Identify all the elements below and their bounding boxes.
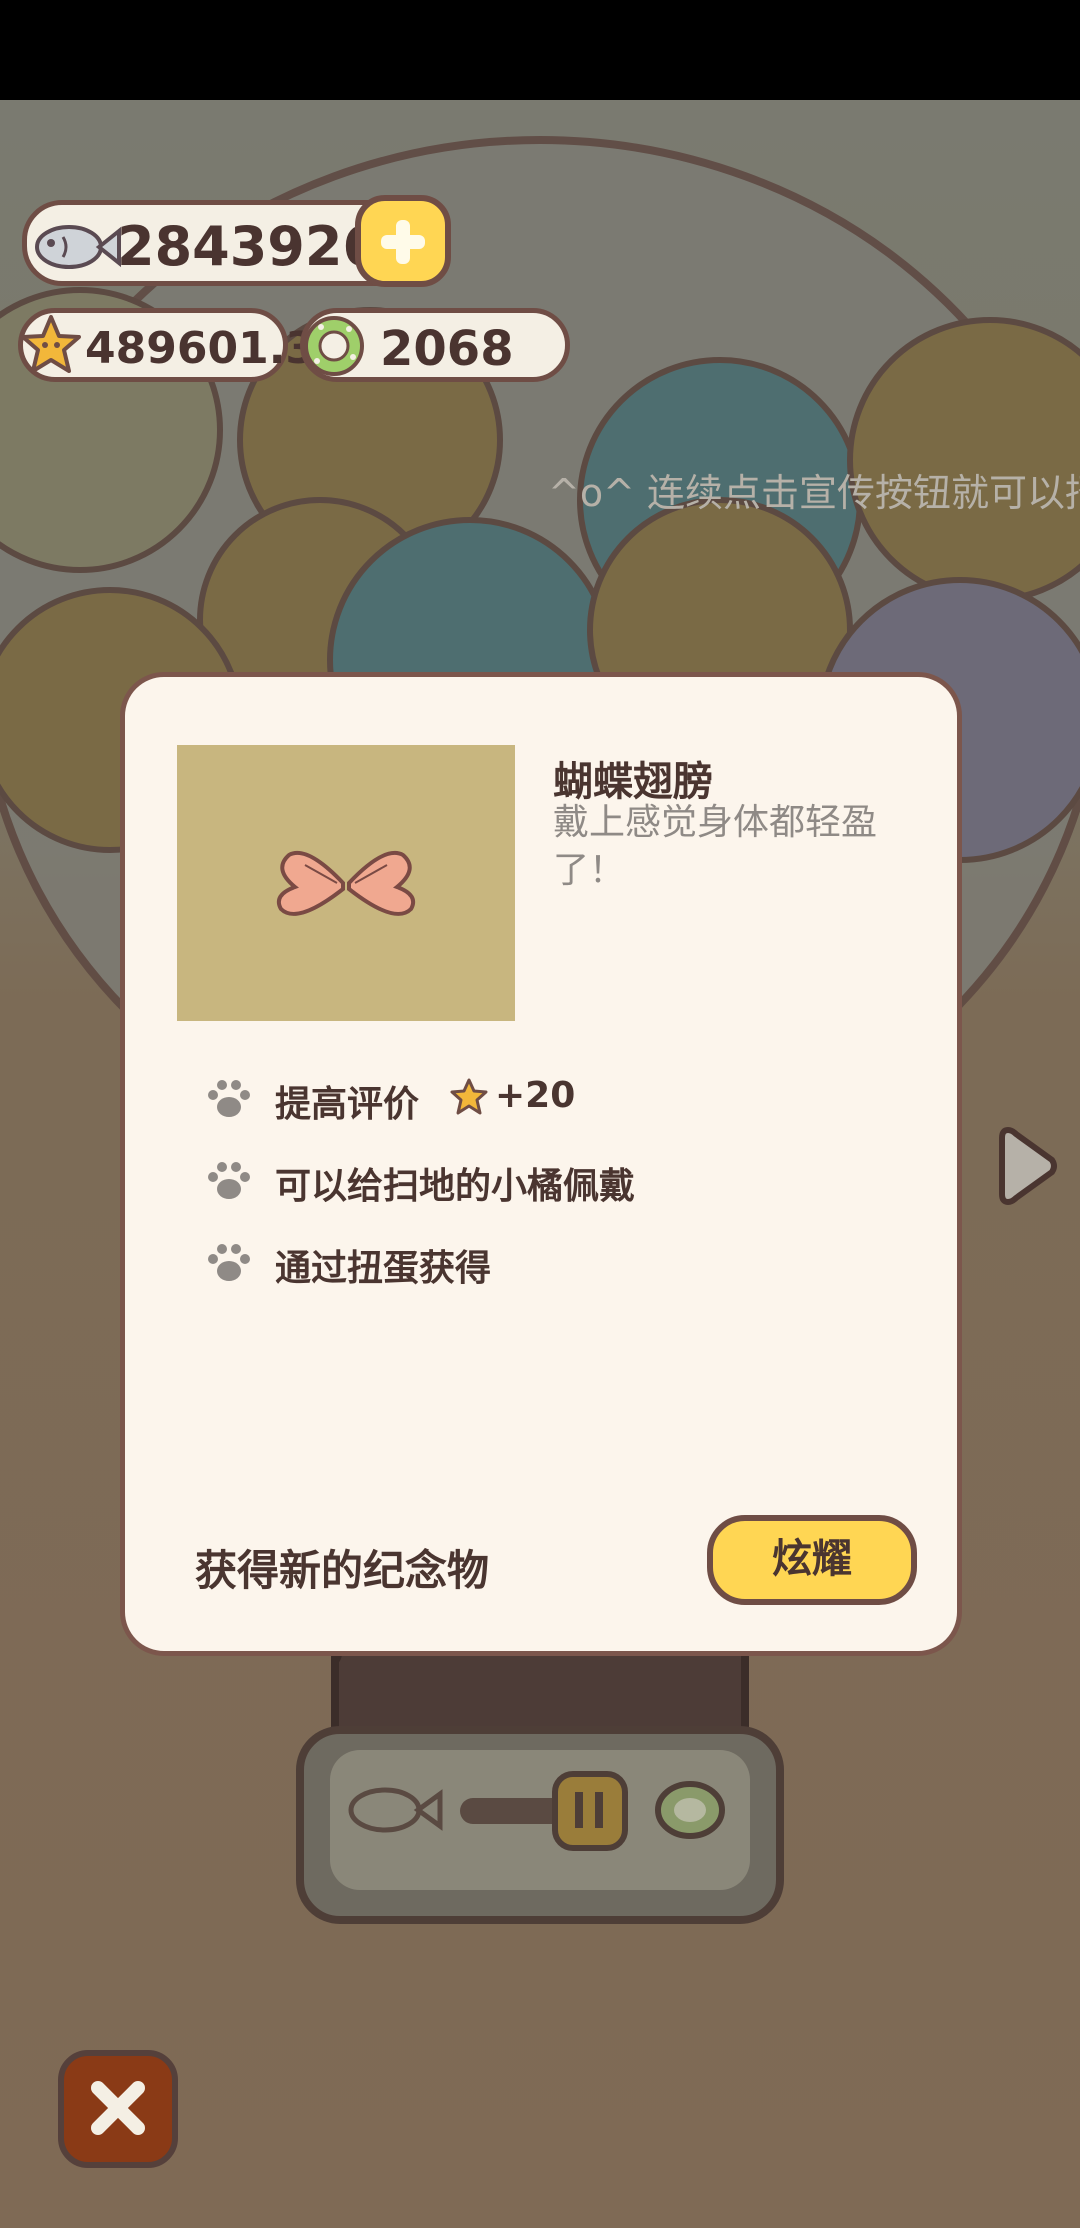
show-off-button[interactable]: 炫耀 bbox=[707, 1515, 917, 1605]
feature-text: 通过扭蛋获得 bbox=[275, 1248, 492, 1289]
promo-tip-text: ^o^ 连续点击宣传按钮就可以招 bbox=[548, 471, 1080, 515]
ring-count: 2068 bbox=[380, 321, 514, 377]
feature-wearable: 可以给扫地的小橘佩戴 bbox=[205, 1151, 905, 1211]
souvenir-popup: 蝴蝶翅膀 戴上感觉身体都轻盈了！ 提高评价 +20 可以给扫地的小橘佩戴 通过扭… bbox=[120, 672, 962, 1656]
rating-bonus: +20 bbox=[495, 1075, 576, 1116]
butterfly-wings-icon bbox=[276, 850, 416, 916]
item-description: 戴上感觉身体都轻盈了！ bbox=[553, 802, 878, 891]
ring-currency-pill: 2068 bbox=[300, 308, 570, 382]
add-currency-button[interactable] bbox=[355, 195, 451, 287]
close-icon bbox=[91, 2081, 145, 2135]
feature-text: 提高评价 bbox=[275, 1084, 420, 1125]
feature-rating: 提高评价 +20 bbox=[205, 1069, 905, 1129]
fish-icon bbox=[35, 225, 121, 269]
close-button[interactable] bbox=[58, 2050, 178, 2168]
ring-icon bbox=[304, 316, 364, 376]
status-bar bbox=[0, 0, 1080, 100]
star-count: 489601.3 bbox=[85, 323, 317, 374]
star-rating-pill: 489601.3 bbox=[18, 308, 316, 382]
next-arrow-icon[interactable] bbox=[998, 1122, 1060, 1210]
paw-icon bbox=[208, 1244, 250, 1281]
feature-source: 通过扭蛋获得 bbox=[205, 1233, 905, 1293]
star-icon bbox=[450, 1078, 488, 1115]
item-preview-image bbox=[177, 745, 515, 1021]
paw-icon bbox=[208, 1080, 250, 1117]
feature-text: 可以给扫地的小橘佩戴 bbox=[275, 1166, 636, 1207]
new-souvenir-label: 获得新的纪念物 bbox=[195, 1546, 490, 1595]
paw-icon bbox=[208, 1162, 250, 1199]
star-icon bbox=[21, 315, 81, 373]
